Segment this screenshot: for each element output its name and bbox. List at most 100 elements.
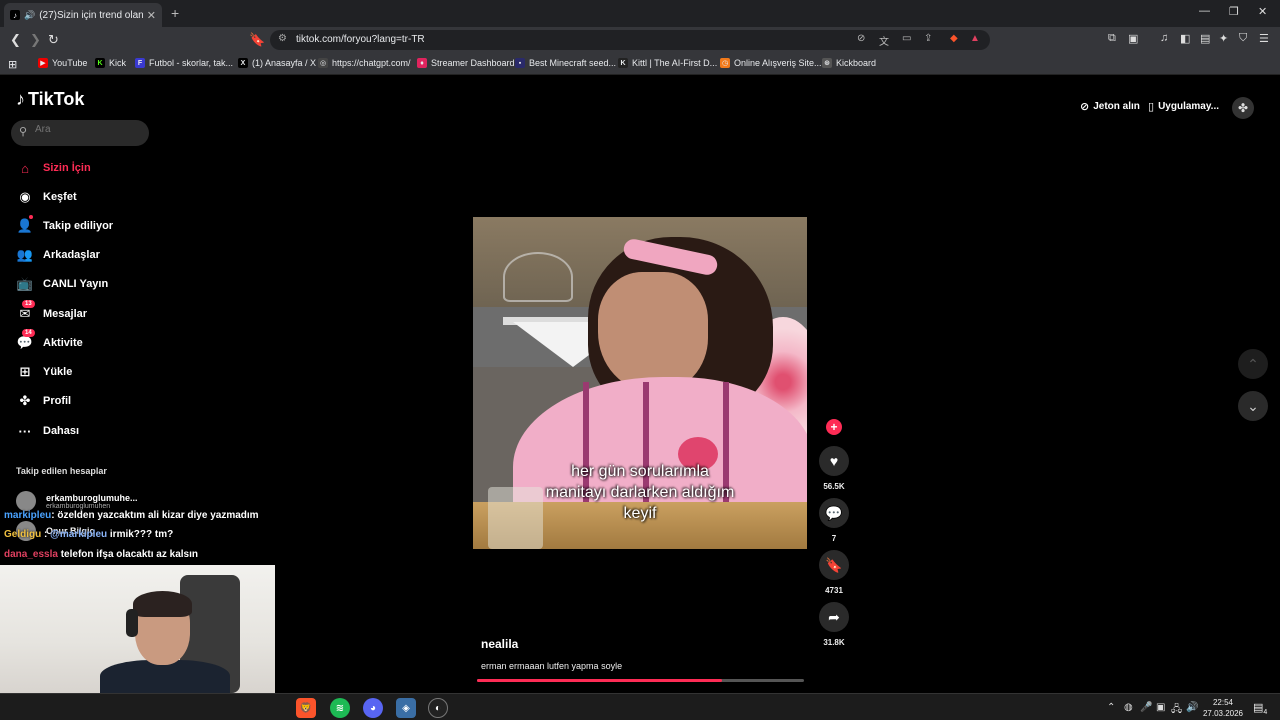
activity-icon: 💬 14	[16, 329, 35, 350]
bookmark-chatgpt[interactable]: ◎ https://chatgpt.com/	[318, 58, 411, 68]
nav-activity[interactable]: 💬 14 Aktivite	[16, 329, 83, 353]
heart-icon[interactable]: ♥	[819, 446, 849, 476]
menu-icon[interactable]: ☰	[1259, 32, 1269, 45]
back-button[interactable]: ❮	[10, 32, 21, 48]
bookmark-shopping[interactable]: ◷ Online Alışveriş Site...	[720, 58, 822, 68]
comment-icon[interactable]: 💬	[819, 498, 849, 528]
messages-icon: ✉ 13	[16, 300, 35, 322]
minimize-button[interactable]: —	[1199, 5, 1210, 17]
minecraft-icon: ▪	[515, 58, 525, 68]
video-caption: her gün sorularımla manitayı darlarken a…	[545, 463, 735, 522]
profile-avatar-button[interactable]: ✤	[1232, 97, 1254, 119]
tray-app-icon[interactable]: ◍	[1124, 702, 1133, 713]
app-icon[interactable]: ◈	[396, 698, 416, 718]
microphone-icon[interactable]: 🎤	[1140, 702, 1152, 713]
bookmark-youtube[interactable]: ▶ YouTube	[38, 58, 87, 68]
video-player[interactable]: her gün sorularımla manitayı darlarken a…	[473, 217, 807, 549]
restore-button[interactable]: ❐	[1229, 5, 1239, 18]
share-count: 31.8K	[823, 638, 845, 647]
tracking-icon[interactable]: ⊘	[857, 33, 865, 44]
network-icon[interactable]: 🖧	[1171, 702, 1182, 719]
volume-icon[interactable]: 🔊	[1186, 702, 1198, 713]
translate-icon[interactable]: 文	[879, 33, 889, 48]
chat-mention: @markipleu	[50, 529, 108, 540]
url-text[interactable]: tiktok.com/foryou?lang=tr-TR	[296, 34, 425, 45]
video-author[interactable]: nealila	[481, 637, 518, 651]
previous-video-button[interactable]: ⌃	[1238, 349, 1268, 379]
nav-following[interactable]: 👤 Takip ediliyor	[16, 215, 113, 236]
search-icon: ⚲	[19, 126, 28, 138]
nav-for-you[interactable]: ⌂ Sizin İçin	[16, 158, 91, 178]
share-arrow-icon[interactable]: ➦	[819, 602, 849, 632]
nav-explore[interactable]: ◉ Keşfet	[16, 187, 76, 207]
nav-profile[interactable]: ✤ Profil	[16, 391, 72, 411]
nav-friends[interactable]: 👥 Arkadaşlar	[16, 245, 100, 265]
search-box[interactable]: ⚲	[11, 120, 149, 146]
extensions-icon[interactable]: ⧉	[1108, 32, 1116, 45]
notification-icon[interactable]: ▤4	[1253, 701, 1267, 716]
reload-button[interactable]: ↻	[48, 32, 59, 48]
taskbar-clock[interactable]: 22:54 27.03.2026	[1198, 697, 1248, 719]
obs-icon[interactable]: ◐	[428, 698, 448, 718]
vpn-icon[interactable]: ⛉	[1239, 32, 1247, 45]
video-progress-bar[interactable]	[477, 679, 804, 682]
new-tab-button[interactable]: +	[171, 5, 179, 21]
site-settings-icon[interactable]: ⚙	[278, 33, 287, 44]
media-icon[interactable]: ♫	[1160, 32, 1168, 44]
coin-icon: ⊘	[1080, 101, 1090, 113]
comment-action[interactable]: 💬 7	[818, 498, 850, 543]
browser-tab[interactable]: ♪ 🔊 (27)Sizin için trend olan video ✕	[4, 3, 162, 27]
new-dot	[29, 215, 33, 219]
bookmark-kickboard[interactable]: ⊛ Kickboard	[822, 58, 876, 68]
apps-grid-icon[interactable]: ⊞	[8, 58, 17, 71]
close-tab-icon[interactable]: ✕	[147, 9, 156, 22]
tiktok-logo[interactable]: ♪ TikTok	[16, 89, 84, 110]
home-icon: ⌂	[21, 160, 29, 176]
streamer-icon: ♦	[417, 58, 427, 68]
share-icon[interactable]: ⇪	[924, 33, 932, 44]
nav-live[interactable]: 📺 CANLI Yayın	[16, 274, 108, 294]
nav-more[interactable]: ··· Dahası	[16, 421, 80, 441]
bookmark-save-icon[interactable]: 🔖	[819, 550, 849, 580]
close-window-button[interactable]: ✕	[1258, 5, 1267, 18]
bookmark-icon[interactable]: 🔖	[249, 32, 265, 48]
next-video-button[interactable]: ⌄	[1238, 391, 1268, 421]
brave-icon[interactable]: 🦁	[296, 698, 316, 718]
bookmark-minecraft[interactable]: ▪ Best Minecraft seed...	[515, 58, 616, 68]
brave-shield-icon[interactable]: ◆	[950, 33, 958, 44]
get-coins-button[interactable]: ⊘ Jeton alın	[1080, 100, 1140, 113]
discord-icon[interactable]: ◕	[363, 698, 383, 718]
url-bar[interactable]: ⚙ tiktok.com/foryou?lang=tr-TR ⊘ 文 ▭ ⇪ ◆…	[270, 30, 990, 50]
bookmark-streamer-dashboard[interactable]: ♦ Streamer Dashboard	[417, 58, 515, 68]
wallet2-icon[interactable]: ▤	[1200, 32, 1210, 45]
browser-tab-bar: ♪ 🔊 (27)Sizin için trend olan video ✕ + …	[0, 0, 1280, 27]
speaker-icon[interactable]: 🔊	[24, 10, 35, 21]
brave-rewards-icon[interactable]: ▲	[970, 33, 980, 44]
chat-message: Geldigu : @markipleu irmik??? tm?	[4, 529, 174, 540]
search-input[interactable]	[35, 124, 135, 135]
spotify-icon[interactable]: ≋	[330, 698, 350, 718]
follow-plus-button[interactable]: +	[826, 419, 842, 435]
nav-upload[interactable]: ⊞ Yükle	[16, 362, 73, 382]
youtube-icon: ▶	[38, 58, 48, 68]
bookmark-kick[interactable]: K Kick	[95, 58, 126, 68]
comment-count: 7	[831, 534, 837, 543]
cast-icon[interactable]: ▭	[902, 33, 911, 44]
forward-button[interactable]: ❯	[30, 32, 41, 48]
sidebar-icon[interactable]: ◧	[1180, 32, 1190, 45]
share-action[interactable]: ➦ 31.8K	[818, 602, 850, 647]
tray-chevron-icon[interactable]: ⌃	[1107, 702, 1115, 713]
bookmark-kittl[interactable]: K Kittl | The AI-First D...	[618, 58, 717, 68]
leo-ai-icon[interactable]: ✦	[1219, 32, 1228, 45]
friends-icon: 👥	[16, 247, 34, 262]
live-icon: 📺	[16, 276, 34, 291]
get-app-button[interactable]: ▯ Uygulamay...	[1148, 100, 1219, 113]
save-action[interactable]: 🔖 4731	[818, 550, 850, 595]
nav-messages[interactable]: ✉ 13 Mesajlar	[16, 300, 87, 324]
tray-app2-icon[interactable]: ▣	[1156, 702, 1165, 713]
bookmark-x[interactable]: X (1) Anasayfa / X	[238, 58, 316, 68]
bookmark-futbol[interactable]: F Futbol - skorlar, tak...	[135, 58, 233, 68]
following-icon: 👤	[16, 215, 34, 234]
like-action[interactable]: ♥ 56.5K	[818, 446, 850, 491]
wallet-icon[interactable]: ▣	[1128, 32, 1138, 45]
